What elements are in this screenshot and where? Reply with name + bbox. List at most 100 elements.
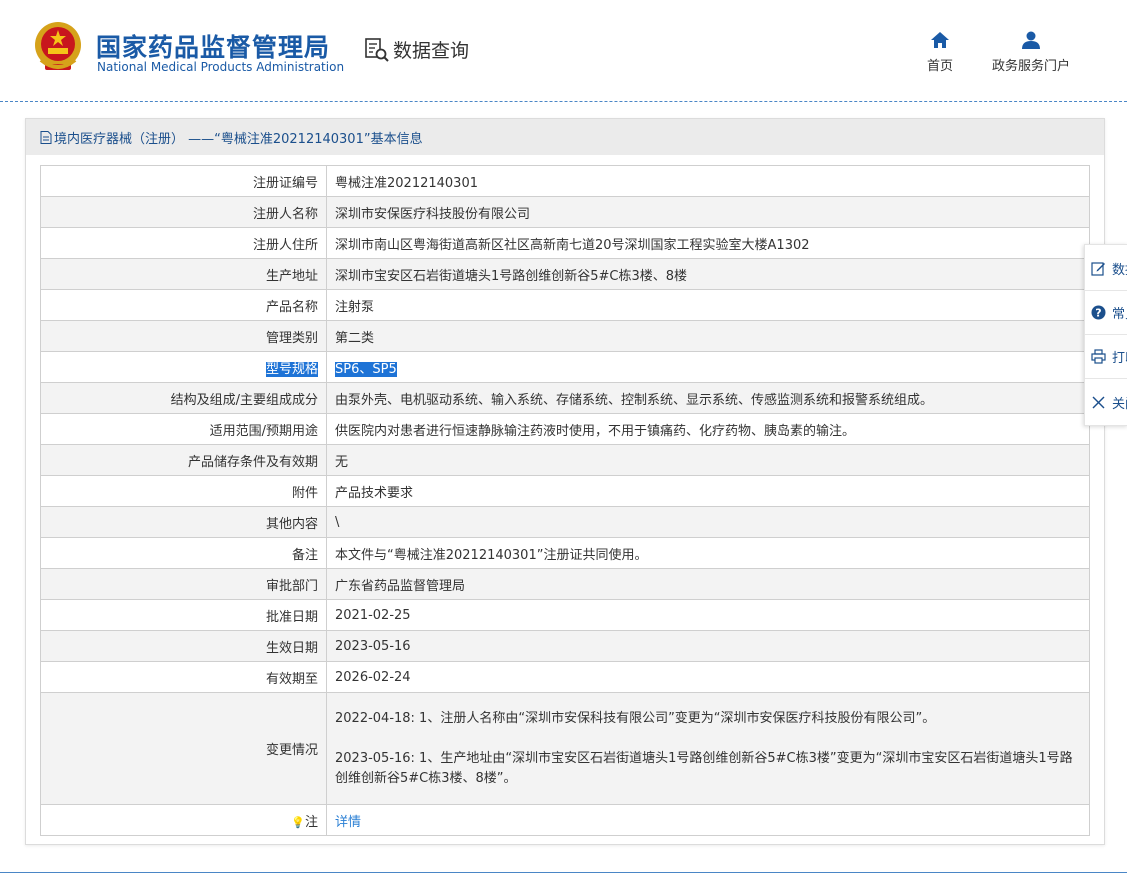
nav-service-portal-label[interactable]: 政务服务门户 bbox=[992, 55, 1070, 74]
panel-title: 境内医疗器械（注册） ——“粤械注准20212140301”基本信息 bbox=[54, 131, 423, 147]
tool-label[interactable]: 打印 bbox=[1112, 347, 1127, 366]
field-label: 产品储存条件及有效期 bbox=[40, 444, 327, 476]
field-label: 型号规格 bbox=[40, 351, 327, 383]
header-divider bbox=[0, 101, 1127, 102]
table-row: 产品名称 注射泵 bbox=[40, 289, 1090, 321]
change-history-row: 变更情况 2022-04-18: 1、注册人名称由“深圳市安保科技有限公司”变更… bbox=[40, 692, 1090, 805]
data-query-label: 数据查询 bbox=[393, 40, 470, 62]
close-icon bbox=[1092, 396, 1105, 409]
divider bbox=[1085, 334, 1127, 335]
table-row: 生产地址 深圳市宝安区石岩街道塘头1号路创维创新谷5#C栋3楼、8楼 bbox=[40, 258, 1090, 290]
info-table: 注册证编号 粤械注准20212140301 注册人名称 深圳市安保医疗科技股份有… bbox=[40, 165, 1090, 836]
tool-label[interactable]: 数据 bbox=[1112, 259, 1127, 278]
national-emblem-icon bbox=[35, 22, 81, 70]
table-row: 审批部门 广东省药品监督管理局 bbox=[40, 568, 1090, 600]
field-label: 备注 bbox=[40, 537, 327, 569]
note-label: 注 bbox=[304, 814, 318, 830]
field-label: 注册人住所 bbox=[40, 227, 327, 259]
user-icon bbox=[1022, 31, 1040, 49]
field-label: 批准日期 bbox=[40, 599, 327, 631]
tool-label[interactable]: 关闭 bbox=[1112, 393, 1127, 412]
table-row: 注册证编号 粤械注准20212140301 bbox=[40, 165, 1090, 197]
home-icon bbox=[931, 32, 949, 48]
details-link[interactable]: 详情 bbox=[335, 815, 361, 830]
table-row: 其他内容 \ bbox=[40, 506, 1090, 538]
table-row-selected: 型号规格 SP6、SP5 bbox=[40, 351, 1090, 383]
site-logo-title[interactable]: 国家药品监督管理局 bbox=[96, 28, 330, 64]
change-entry: 2023-05-16: 1、生产地址由“深圳市宝安区石岩街道塘头1号路创维创新谷… bbox=[335, 750, 1073, 786]
field-value: 2026-02-24 bbox=[326, 661, 1090, 693]
table-row: 附件 产品技术要求 bbox=[40, 475, 1090, 507]
field-label: 产品名称 bbox=[40, 289, 327, 321]
divider bbox=[1085, 290, 1127, 291]
print-button[interactable]: 打印 bbox=[1091, 347, 1127, 366]
table-row: 有效期至 2026-02-24 bbox=[40, 661, 1090, 693]
field-label: 附件 bbox=[40, 475, 327, 507]
field-label: 其他内容 bbox=[40, 506, 327, 538]
field-label: 变更情况 bbox=[40, 692, 327, 805]
field-label: 审批部门 bbox=[40, 568, 327, 600]
detail-panel: 境内医疗器械（注册） ——“粤械注准20212140301”基本信息 注册证编号… bbox=[25, 118, 1105, 845]
faq-button[interactable]: ? 常见 bbox=[1091, 303, 1127, 322]
table-row: 结构及组成/主要组成成分 由泵外壳、电机驱动系统、输入系统、存储系统、控制系统、… bbox=[40, 382, 1090, 414]
panel-title-bar: 境内医疗器械（注册） ——“粤械注准20212140301”基本信息 bbox=[26, 119, 1104, 155]
table-row: 备注 本文件与“粤械注准20212140301”注册证共同使用。 bbox=[40, 537, 1090, 569]
data-correction-button[interactable]: 数据 bbox=[1091, 259, 1127, 278]
table-row: 注册人名称 深圳市安保医疗科技股份有限公司 bbox=[40, 196, 1090, 228]
table-row: 适用范围/预期用途 供医院内对患者进行恒速静脉输注药液时使用，不用于镇痛药、化疗… bbox=[40, 413, 1090, 445]
field-label: 注册证编号 bbox=[40, 165, 327, 197]
table-row: 注册人住所 深圳市南山区粤海街道高新区社区高新南七道20号深圳国家工程实验室大楼… bbox=[40, 227, 1090, 259]
field-label: 管理类别 bbox=[40, 320, 327, 352]
print-icon bbox=[1091, 349, 1106, 364]
field-label: 适用范围/预期用途 bbox=[40, 413, 327, 445]
field-value: \ bbox=[326, 506, 1090, 538]
field-value: 粤械注准20212140301 bbox=[326, 165, 1090, 197]
field-label: 注册人名称 bbox=[40, 196, 327, 228]
svg-text:?: ? bbox=[1095, 307, 1101, 320]
field-value: 第二类 bbox=[326, 320, 1090, 352]
note-label-cell: 💡注 bbox=[40, 804, 327, 836]
field-value: 由泵外壳、电机驱动系统、输入系统、存储系统、控制系统、显示系统、传感监测系统和报… bbox=[326, 382, 1090, 414]
field-value: 2021-02-25 bbox=[326, 599, 1090, 631]
close-button[interactable]: 关闭 bbox=[1091, 393, 1127, 412]
tool-label[interactable]: 常见 bbox=[1112, 303, 1127, 322]
field-value: 深圳市南山区粤海街道高新区社区高新南七道20号深圳国家工程实验室大楼A1302 bbox=[326, 227, 1090, 259]
footer-divider bbox=[0, 872, 1127, 873]
selected-text: 型号规格 bbox=[265, 361, 318, 377]
field-value: 无 bbox=[326, 444, 1090, 476]
nav-home[interactable]: 首页 bbox=[927, 30, 953, 74]
field-value: 2023-05-16 bbox=[326, 630, 1090, 662]
field-value: SP6、SP5 bbox=[326, 351, 1090, 383]
change-history-value: 2022-04-18: 1、注册人名称由“深圳市安保科技有限公司”变更为“深圳市… bbox=[326, 692, 1090, 805]
field-label: 结构及组成/主要组成成分 bbox=[40, 382, 327, 414]
field-value: 产品技术要求 bbox=[326, 475, 1090, 507]
field-value: 供医院内对患者进行恒速静脉输注药液时使用，不用于镇痛药、化疗药物、胰岛素的输注。 bbox=[326, 413, 1090, 445]
field-value: 深圳市宝安区石岩街道塘头1号路创维创新谷5#C栋3楼、8楼 bbox=[326, 258, 1090, 290]
field-label: 生效日期 bbox=[40, 630, 327, 662]
document-search-icon bbox=[365, 37, 389, 62]
help-icon: ? bbox=[1091, 305, 1106, 320]
site-header: 国家药品监督管理局 National Medical Products Admi… bbox=[0, 0, 1127, 101]
divider bbox=[1085, 378, 1127, 379]
site-logo-subtitle[interactable]: National Medical Products Administration bbox=[97, 60, 344, 74]
nav-home-label[interactable]: 首页 bbox=[927, 55, 953, 74]
field-value: 本文件与“粤械注准20212140301”注册证共同使用。 bbox=[326, 537, 1090, 569]
table-row: 管理类别 第二类 bbox=[40, 320, 1090, 352]
note-row: 💡注 详情 bbox=[40, 804, 1090, 836]
field-value: 广东省药品监督管理局 bbox=[326, 568, 1090, 600]
table-row: 生效日期 2023-05-16 bbox=[40, 630, 1090, 662]
field-value: 深圳市安保医疗科技股份有限公司 bbox=[326, 196, 1090, 228]
field-label: 有效期至 bbox=[40, 661, 327, 693]
edit-icon bbox=[1091, 262, 1105, 276]
table-row: 产品储存条件及有效期 无 bbox=[40, 444, 1090, 476]
nav-service-portal[interactable]: 政务服务门户 bbox=[992, 30, 1070, 74]
side-toolbar: 数据 ? 常见 打印 关闭 bbox=[1084, 244, 1127, 426]
data-query-heading: 数据查询 bbox=[364, 36, 469, 63]
lightbulb-icon: 💡 bbox=[291, 815, 305, 829]
note-value: 详情 bbox=[326, 804, 1090, 836]
field-value: 注射泵 bbox=[326, 289, 1090, 321]
table-row: 批准日期 2021-02-25 bbox=[40, 599, 1090, 631]
document-icon bbox=[40, 130, 52, 144]
change-entry: 2022-04-18: 1、注册人名称由“深圳市安保科技有限公司”变更为“深圳市… bbox=[335, 710, 936, 726]
selected-text: SP6、SP5 bbox=[335, 361, 397, 377]
